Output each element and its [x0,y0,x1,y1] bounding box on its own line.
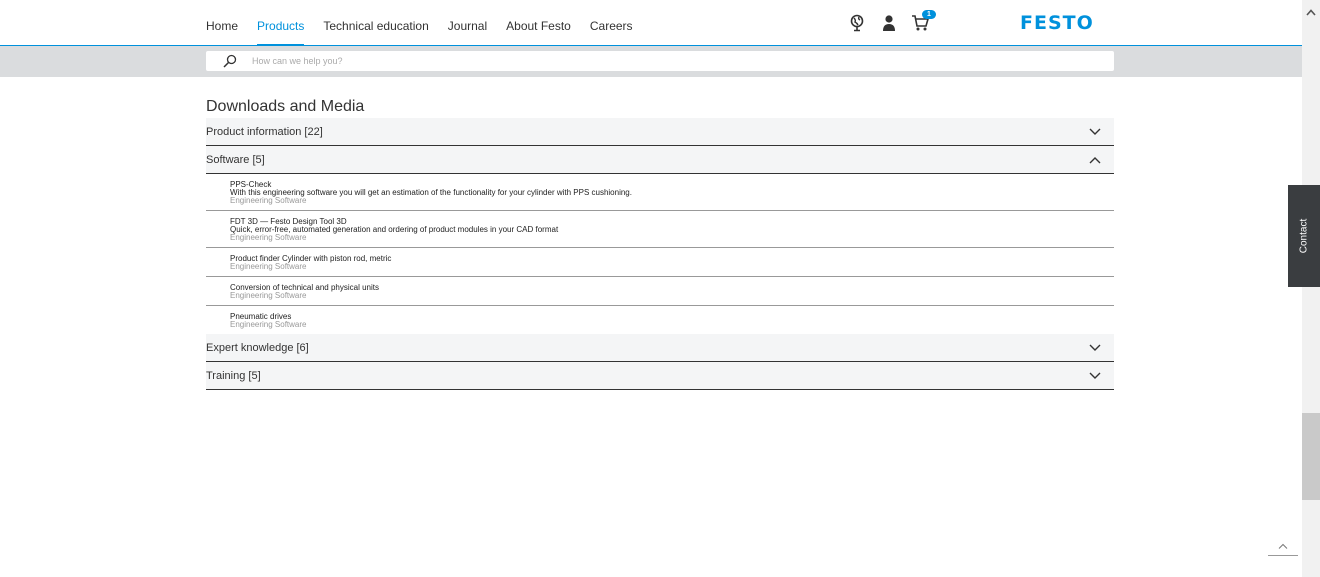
accordion-label: Expert knowledge [6] [206,341,309,354]
header-actions: 1 [846,10,942,34]
cart-count-badge: 1 [922,10,936,19]
software-item-unit-conversion[interactable]: Conversion of technical and physical uni… [206,277,1114,306]
item-category: Engineering Software [230,196,307,205]
item-category: Engineering Software [230,262,307,271]
chevron-down-icon [1086,339,1104,357]
software-item-fdt-3d[interactable]: FDT 3D — Festo Design Tool 3D Quick, err… [206,211,1114,248]
software-item-pps-check[interactable]: PPS-Check With this engineering software… [206,174,1114,211]
item-category: Engineering Software [230,320,307,329]
item-title: Conversion of technical and physical uni… [230,283,379,292]
contact-label: Contact [1298,218,1310,254]
accordion-label: Product information [22] [206,125,323,138]
nav-careers[interactable]: Careers [590,0,633,46]
item-title: Pneumatic drives [230,312,292,321]
item-category: Engineering Software [230,233,307,242]
item-category: Engineering Software [230,291,307,300]
accordion-label: Software [5] [206,153,265,166]
search-box[interactable] [206,51,1114,71]
contact-tab[interactable]: Contact [1288,185,1320,287]
accordion-label: Training [5] [206,369,261,382]
chevron-up-icon [1278,543,1288,549]
chevron-down-icon [1086,367,1104,385]
scrollbar-thumb[interactable] [1302,413,1320,500]
nav-products[interactable]: Products [257,0,305,46]
item-description: Quick, error-free, automated generation … [230,225,559,234]
globe-icon[interactable] [846,12,868,34]
accordion-software[interactable]: Software [5] [206,146,1114,174]
back-to-top-button[interactable] [1268,536,1298,556]
nav-home[interactable]: Home [206,0,238,46]
software-item-pneumatic-drives[interactable]: Pneumatic drives Engineering Software [206,306,1114,334]
search-bar [0,46,1302,77]
search-input[interactable] [252,56,852,66]
festo-logo[interactable]: FESTO [1020,13,1094,33]
accordion-expert-knowledge[interactable]: Expert knowledge [6] [206,334,1114,362]
item-description: With this engineering software you will … [230,188,632,197]
main-nav: Home Products Technical education Journa… [206,0,652,46]
software-item-product-finder[interactable]: Product finder Cylinder with piston rod,… [206,248,1114,277]
page-title: Downloads and Media [206,98,365,115]
downloads-accordion: Product information [22] Software [5] PP… [206,118,1114,390]
nav-journal[interactable]: Journal [448,0,487,46]
accordion-training[interactable]: Training [5] [206,362,1114,390]
scroll-up-arrow-icon[interactable] [1302,4,1320,20]
chevron-down-icon [1086,123,1104,141]
user-icon[interactable] [878,12,900,34]
site-header: Home Products Technical education Journa… [0,0,1302,46]
cart-icon[interactable]: 1 [910,10,936,34]
chevron-up-icon [1086,151,1104,169]
accordion-product-information[interactable]: Product information [22] [206,118,1114,146]
search-icon[interactable] [222,53,238,69]
nav-about-festo[interactable]: About Festo [506,0,571,46]
nav-technical-education[interactable]: Technical education [323,0,428,46]
item-title: Product finder Cylinder with piston rod,… [230,254,392,263]
